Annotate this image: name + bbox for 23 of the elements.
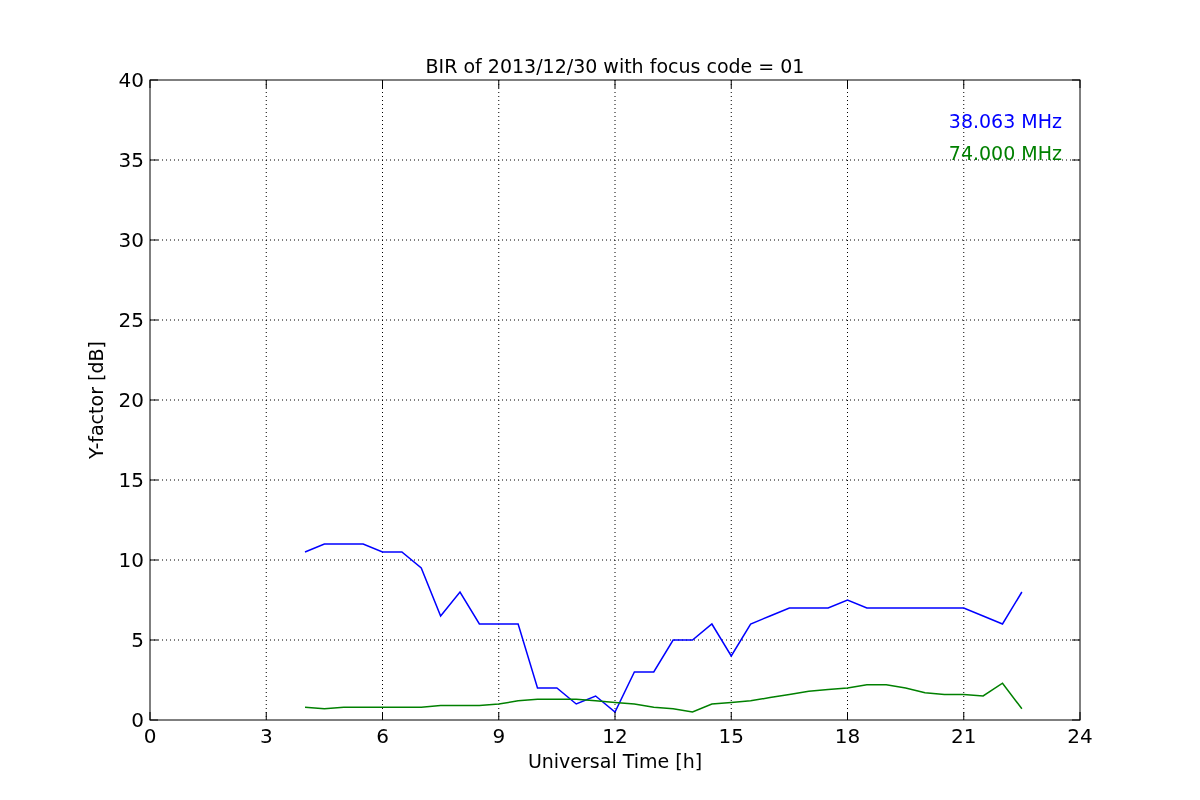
tick-label: 5: [131, 628, 144, 652]
tick-label: 0: [143, 724, 157, 748]
tick-label: 40: [118, 68, 144, 92]
tick-label: 9: [492, 724, 506, 748]
tick-label: 15: [118, 468, 144, 492]
legend-label: 74.000 MHz: [948, 142, 1062, 164]
tick-label: 24: [1067, 724, 1093, 748]
tick-label: 25: [118, 308, 144, 332]
x-axis-label: Universal Time [h]: [527, 750, 703, 772]
tick-label: 12: [602, 724, 628, 748]
tick-label: 21: [951, 724, 977, 748]
y-axis-label: Y-factor [dB]: [85, 341, 107, 459]
tick-label: 18: [834, 724, 861, 748]
tick-label: 10: [118, 548, 144, 572]
tick-label: 20: [118, 388, 144, 412]
tick-label: 3: [259, 724, 273, 748]
tick-label: 30: [118, 228, 144, 252]
chart-title: BIR of 2013/12/30 with focus code = 01: [425, 55, 805, 77]
legend-label: 38.063 MHz: [948, 110, 1062, 132]
tick-label: 35: [118, 148, 144, 172]
tick-label: 15: [718, 724, 744, 748]
tick-label: 6: [376, 724, 389, 748]
tick-label: 0: [131, 708, 144, 732]
